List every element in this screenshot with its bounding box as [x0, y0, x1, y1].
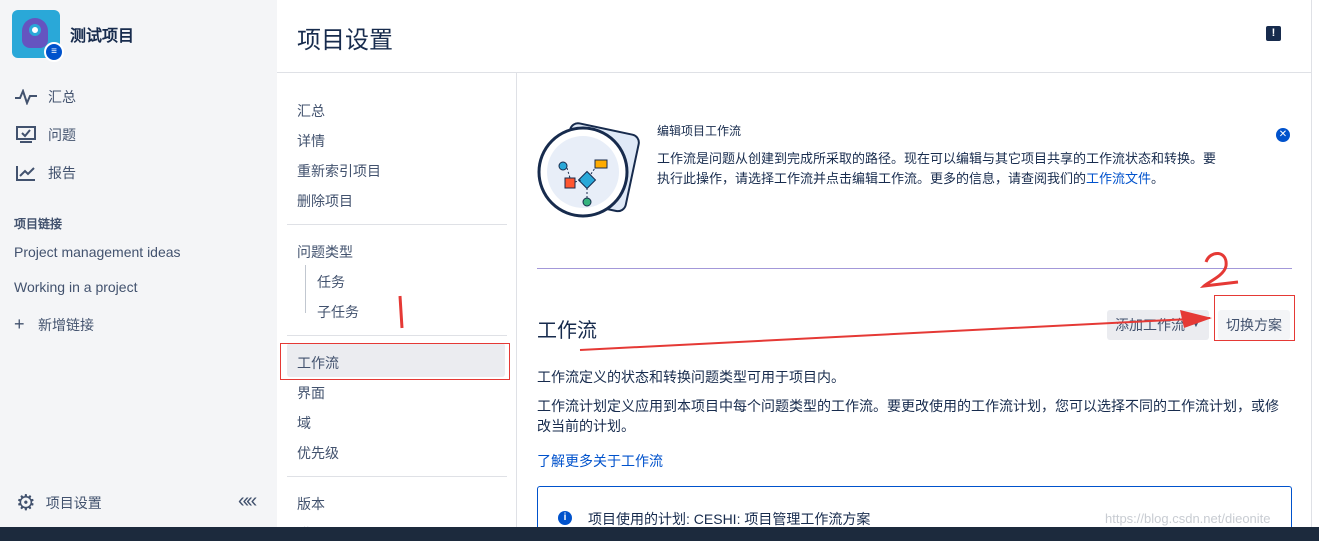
- watermark: https://blog.csdn.net/dieonite: [1105, 511, 1271, 526]
- annotation-arrow-head: [1180, 310, 1212, 328]
- annotation-number-1: [398, 295, 404, 329]
- annotation-arrow: [579, 317, 1211, 351]
- annotation-number-2: [1199, 252, 1239, 288]
- taskbar: [0, 527, 1319, 541]
- annotation-overlay: [398, 252, 1239, 351]
